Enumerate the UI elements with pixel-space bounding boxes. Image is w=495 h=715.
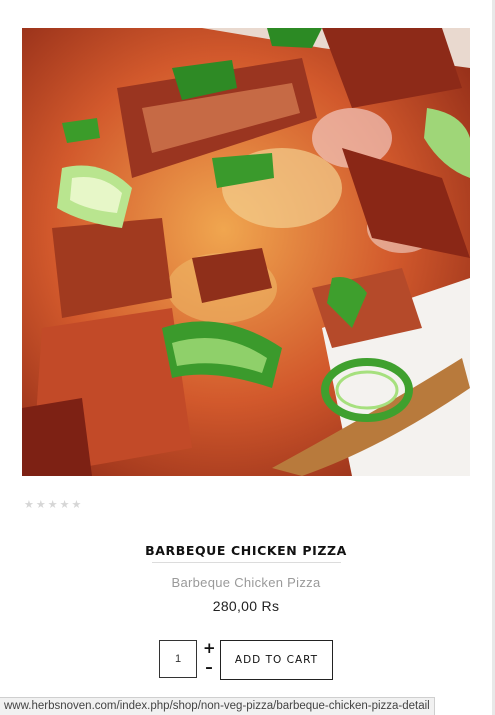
- star-icon: ★: [71, 498, 82, 511]
- star-icon: ★: [47, 498, 58, 511]
- star-icon: ★: [59, 498, 70, 511]
- product-image[interactable]: [22, 28, 470, 476]
- product-title[interactable]: BARBEQUE CHICKEN PIZZA: [0, 543, 492, 558]
- product-price: 280,00 Rs: [212, 598, 280, 614]
- star-icon: ★: [35, 498, 46, 511]
- product-rating: ★ ★ ★ ★ ★: [24, 499, 81, 510]
- pizza-photo: [22, 28, 470, 476]
- add-to-cart-button[interactable]: ADD TO CART: [220, 640, 333, 680]
- minus-icon[interactable]: –: [203, 660, 215, 675]
- quantity-input[interactable]: 1: [159, 640, 197, 678]
- status-bar-url: www.herbsnoven.com/index.php/shop/non-ve…: [0, 697, 435, 715]
- title-underline: [152, 562, 341, 563]
- product-subtitle: Barbeque Chicken Pizza: [171, 575, 321, 590]
- star-icon: ★: [24, 498, 34, 511]
- plus-icon[interactable]: +: [203, 641, 216, 656]
